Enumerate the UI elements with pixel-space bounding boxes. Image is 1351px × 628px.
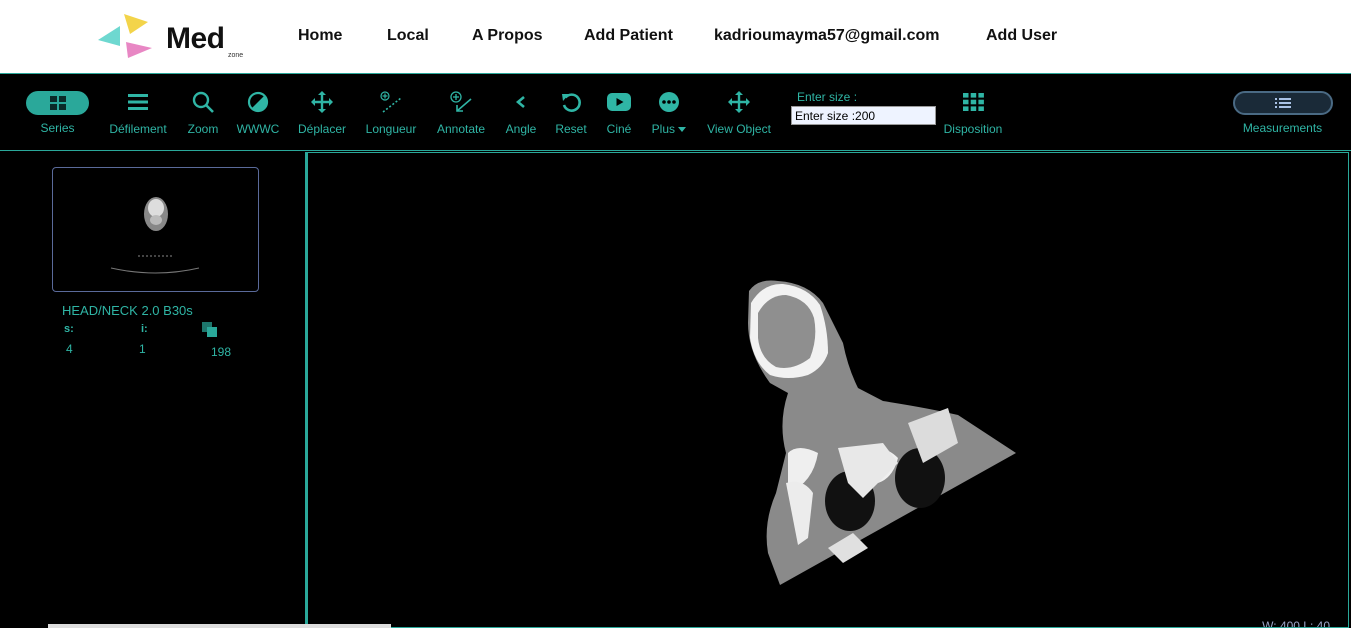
scroll-label: Défilement	[109, 122, 167, 136]
size-input[interactable]	[791, 106, 936, 125]
list-icon	[1232, 91, 1333, 115]
nav-home[interactable]: Home	[298, 27, 342, 45]
reset-tool[interactable]: Reset	[554, 75, 588, 151]
caret-down-icon	[678, 127, 687, 133]
nav-add-patient[interactable]: Add Patient	[584, 27, 673, 45]
more-text: Plus	[651, 122, 675, 136]
window-level-readout: W: 400 L: 40	[1262, 619, 1330, 628]
view-object-tool[interactable]: View Object	[705, 75, 773, 151]
contrast-icon	[247, 90, 269, 114]
brand-name: Med	[166, 22, 225, 55]
chevron-left-icon	[515, 90, 527, 114]
pan-tool[interactable]: Déplacer	[296, 75, 348, 151]
nav-local[interactable]: Local	[387, 27, 429, 45]
more-label: Plus	[652, 122, 687, 136]
slice-key: s:	[64, 323, 74, 335]
reset-label: Reset	[555, 122, 587, 136]
cine-label: Ciné	[606, 122, 632, 136]
measurements-button[interactable]: Measurements	[1232, 75, 1333, 151]
nav-user-email[interactable]: kadrioumayma57@gmail.com	[714, 27, 939, 45]
scroll-tool[interactable]: Défilement	[108, 75, 168, 151]
annotate-tool[interactable]: Annotate	[434, 75, 488, 151]
bottom-scrollbar[interactable]	[48, 624, 391, 628]
more-dropdown[interactable]: Plus	[649, 75, 689, 151]
annotate-arrow-icon	[449, 90, 473, 114]
length-tool[interactable]: Longueur	[363, 75, 419, 151]
image-count: 198	[211, 345, 232, 359]
angle-tool[interactable]: Angle	[503, 75, 539, 151]
series-sidebar: HEAD/NECK 2.0 B30s s: i: 4 1 198	[0, 152, 307, 628]
slice-value: 4	[66, 342, 73, 356]
magnifier-icon	[192, 90, 214, 114]
ct-scan-image	[748, 280, 1016, 585]
logo-triangles-icon	[98, 14, 152, 58]
more-dots-icon	[658, 90, 680, 114]
instance-value: 1	[139, 342, 146, 356]
viewer-toolbar: Series Défilement Zoom WWWC Déplacer Lon…	[0, 75, 1351, 151]
cine-tool[interactable]: Ciné	[604, 75, 634, 151]
series-button[interactable]: Series	[26, 75, 89, 151]
angle-label: Angle	[505, 122, 537, 136]
brand-sub: zone	[228, 52, 244, 59]
series-thumbnail[interactable]	[52, 167, 259, 292]
annotate-label: Annotate	[436, 122, 486, 136]
layout-grid-icon	[962, 90, 984, 114]
ct-thumbnail-image	[110, 197, 200, 274]
move-object-icon	[728, 90, 750, 114]
view-object-label: View Object	[707, 122, 771, 136]
bars-icon	[128, 90, 148, 114]
wwwc-tool[interactable]: WWWC	[236, 75, 280, 151]
length-label: Longueur	[365, 122, 417, 136]
measurements-label: Measurements	[1242, 121, 1323, 135]
ruler-line-icon	[379, 90, 403, 114]
layout-label: Disposition	[943, 122, 1003, 136]
wwwc-label: WWWC	[236, 122, 280, 136]
size-label: Enter size :	[797, 90, 858, 104]
zoom-tool[interactable]: Zoom	[185, 75, 221, 151]
top-navbar: Med zone Home Local A Propos Add Patient…	[0, 0, 1351, 74]
move-arrows-icon	[311, 90, 333, 114]
medzone-logo[interactable]: Med zone	[96, 12, 256, 62]
series-label: Series	[40, 121, 75, 135]
zoom-label: Zoom	[187, 122, 219, 136]
image-stack-icon	[202, 322, 217, 337]
pan-label: Déplacer	[297, 122, 347, 136]
undo-icon	[560, 90, 582, 114]
series-name: HEAD/NECK 2.0 B30s	[62, 303, 193, 318]
play-video-icon	[607, 90, 631, 114]
instance-key: i:	[141, 323, 148, 335]
nav-about[interactable]: A Propos	[472, 27, 543, 45]
image-viewport[interactable]: W: 400 L: 40	[307, 152, 1349, 628]
series-grid-icon	[26, 91, 89, 115]
layout-tool[interactable]: Disposition	[941, 75, 1005, 151]
nav-add-user[interactable]: Add User	[986, 27, 1057, 45]
